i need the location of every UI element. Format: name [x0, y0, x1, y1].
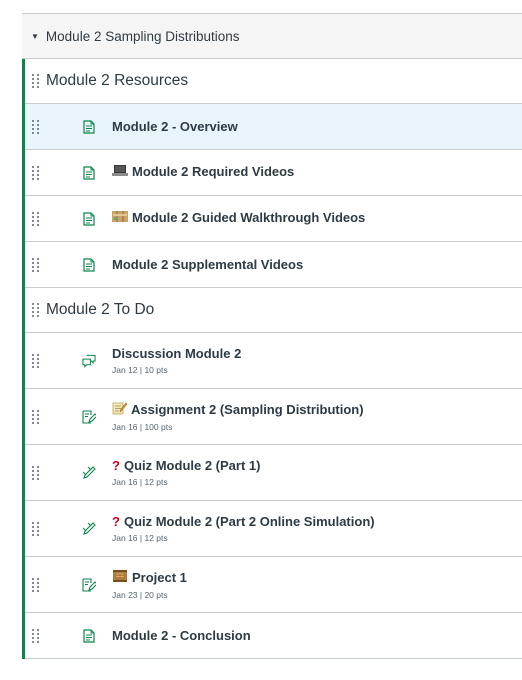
module-item-title-row[interactable]: Module 2 Required Videos — [112, 164, 518, 181]
module-item-meta: Jan 16 | 12 pts — [112, 533, 168, 543]
module-item-title-row[interactable]: Discussion Module 2 — [112, 346, 518, 362]
page-icon — [82, 628, 96, 643]
laptop-icon — [112, 165, 128, 181]
caret-down-icon[interactable]: ▼ — [31, 32, 39, 41]
section-header-title: Module 2 To Do — [46, 301, 155, 318]
module-item-content: Module 2 Guided Walkthrough Videos — [112, 210, 518, 227]
drag-handle-icon[interactable] — [32, 119, 40, 134]
module-item-title[interactable]: Assignment 2 (Sampling Distribution) — [131, 402, 364, 417]
module-item-content: Module 2 Required Videos — [112, 164, 518, 181]
drag-handle-icon[interactable] — [32, 577, 40, 592]
module-item[interactable]: ? Quiz Module 2 (Part 2 Online Simulation… — [25, 501, 522, 557]
module-item[interactable]: Module 2 - Overview — [25, 104, 522, 150]
module-item-title[interactable]: Project 1 — [132, 570, 187, 585]
drag-handle-icon[interactable] — [32, 628, 40, 643]
module-item[interactable]: Project 1 Jan 23 | 20 pts — [25, 557, 522, 613]
module-item[interactable]: Module 2 - Conclusion — [25, 613, 522, 659]
quiz-icon — [82, 465, 96, 480]
assignment-icon — [82, 409, 96, 424]
module-item-title-row[interactable]: ? Quiz Module 2 (Part 1) — [112, 458, 518, 474]
drag-handle-icon[interactable] — [32, 409, 40, 424]
drag-handle-icon[interactable] — [32, 303, 40, 317]
module-item-title-row[interactable]: Module 2 - Conclusion — [112, 628, 518, 644]
module-item-title[interactable]: Discussion Module 2 — [112, 346, 241, 361]
module-item-title[interactable]: Module 2 - Conclusion — [112, 628, 251, 643]
module-item-title[interactable]: Quiz Module 2 (Part 1) — [124, 458, 261, 473]
module-items: Module 2 Resources Module 2 - Overview Mod… — [22, 59, 522, 659]
module-item[interactable]: Module 2 Guided Walkthrough Videos — [25, 196, 522, 242]
module-item-meta: Jan 23 | 20 pts — [112, 590, 168, 600]
module-item-content: ? Quiz Module 2 (Part 1) Jan 16 | 12 pts — [112, 458, 518, 487]
module-item-content: Module 2 - Conclusion — [112, 628, 518, 644]
module-item-content: ? Quiz Module 2 (Part 2 Online Simulation… — [112, 514, 518, 543]
module-item-meta: Jan 16 | 100 pts — [112, 422, 173, 432]
drag-handle-icon[interactable] — [32, 211, 40, 226]
drag-handle-icon[interactable] — [32, 353, 40, 368]
page-icon — [82, 257, 96, 272]
drag-handle-icon[interactable] — [32, 74, 40, 88]
module-item-content: Discussion Module 2 Jan 12 | 10 pts — [112, 346, 518, 375]
map-icon — [112, 210, 128, 227]
module-item-title-row[interactable]: ? Quiz Module 2 (Part 2 Online Simulation… — [112, 514, 518, 530]
module-item[interactable]: Module 2 Supplemental Videos — [25, 242, 522, 288]
quiz-icon — [82, 521, 96, 536]
discussion-icon — [82, 354, 96, 368]
module-item[interactable]: Module 2 Required Videos — [25, 150, 522, 196]
module-container: ▼ Module 2 Sampling Distributions Module… — [22, 13, 522, 659]
drag-handle-icon[interactable] — [32, 165, 40, 180]
module-item-title-row[interactable]: Module 2 - Overview — [112, 119, 518, 135]
module-item-title-row[interactable]: Assignment 2 (Sampling Distribution) — [112, 401, 518, 419]
module-item-content: Module 2 - Overview — [112, 119, 518, 135]
module-item-content: Assignment 2 (Sampling Distribution) Jan … — [112, 401, 518, 432]
module-item-title[interactable]: Quiz Module 2 (Part 2 Online Simulation) — [124, 514, 375, 529]
module-item-meta: Jan 12 | 10 pts — [112, 365, 168, 375]
module-item-title-row[interactable]: Module 2 Guided Walkthrough Videos — [112, 210, 518, 227]
module-item-title[interactable]: Module 2 Supplemental Videos — [112, 257, 303, 272]
module-item-title[interactable]: Module 2 Required Videos — [132, 164, 294, 179]
module-item[interactable]: Assignment 2 (Sampling Distribution) Jan … — [25, 389, 522, 445]
module-item-content: Module 2 Supplemental Videos — [112, 257, 518, 273]
drag-handle-icon[interactable] — [32, 257, 40, 272]
section-header-title: Module 2 Resources — [46, 72, 189, 89]
section-header: Module 2 Resources — [25, 59, 522, 104]
memo-icon — [112, 401, 128, 419]
module-item[interactable]: Discussion Module 2 Jan 12 | 10 pts — [25, 333, 522, 389]
scroll-icon — [112, 569, 128, 587]
assignment-icon — [82, 577, 96, 592]
module-item-content: Project 1 Jan 23 | 20 pts — [112, 569, 518, 600]
section-header: Module 2 To Do — [25, 288, 522, 333]
question-mark-icon: ? — [112, 458, 120, 473]
module-item-title-row[interactable]: Project 1 — [112, 569, 518, 587]
module-item-meta: Jan 16 | 12 pts — [112, 477, 168, 487]
page-icon — [82, 119, 96, 134]
module-title: Module 2 Sampling Distributions — [45, 28, 240, 44]
module-item[interactable]: ? Quiz Module 2 (Part 1) Jan 16 | 12 pts — [25, 445, 522, 501]
question-mark-icon: ? — [112, 514, 120, 529]
module-item-title[interactable]: Module 2 - Overview — [112, 119, 238, 134]
drag-handle-icon[interactable] — [32, 521, 40, 536]
module-header[interactable]: ▼ Module 2 Sampling Distributions — [22, 14, 522, 59]
module-item-title-row[interactable]: Module 2 Supplemental Videos — [112, 257, 518, 273]
page-icon — [82, 165, 96, 180]
module-item-title[interactable]: Module 2 Guided Walkthrough Videos — [132, 210, 365, 225]
drag-handle-icon[interactable] — [32, 465, 40, 480]
page-icon — [82, 211, 96, 226]
